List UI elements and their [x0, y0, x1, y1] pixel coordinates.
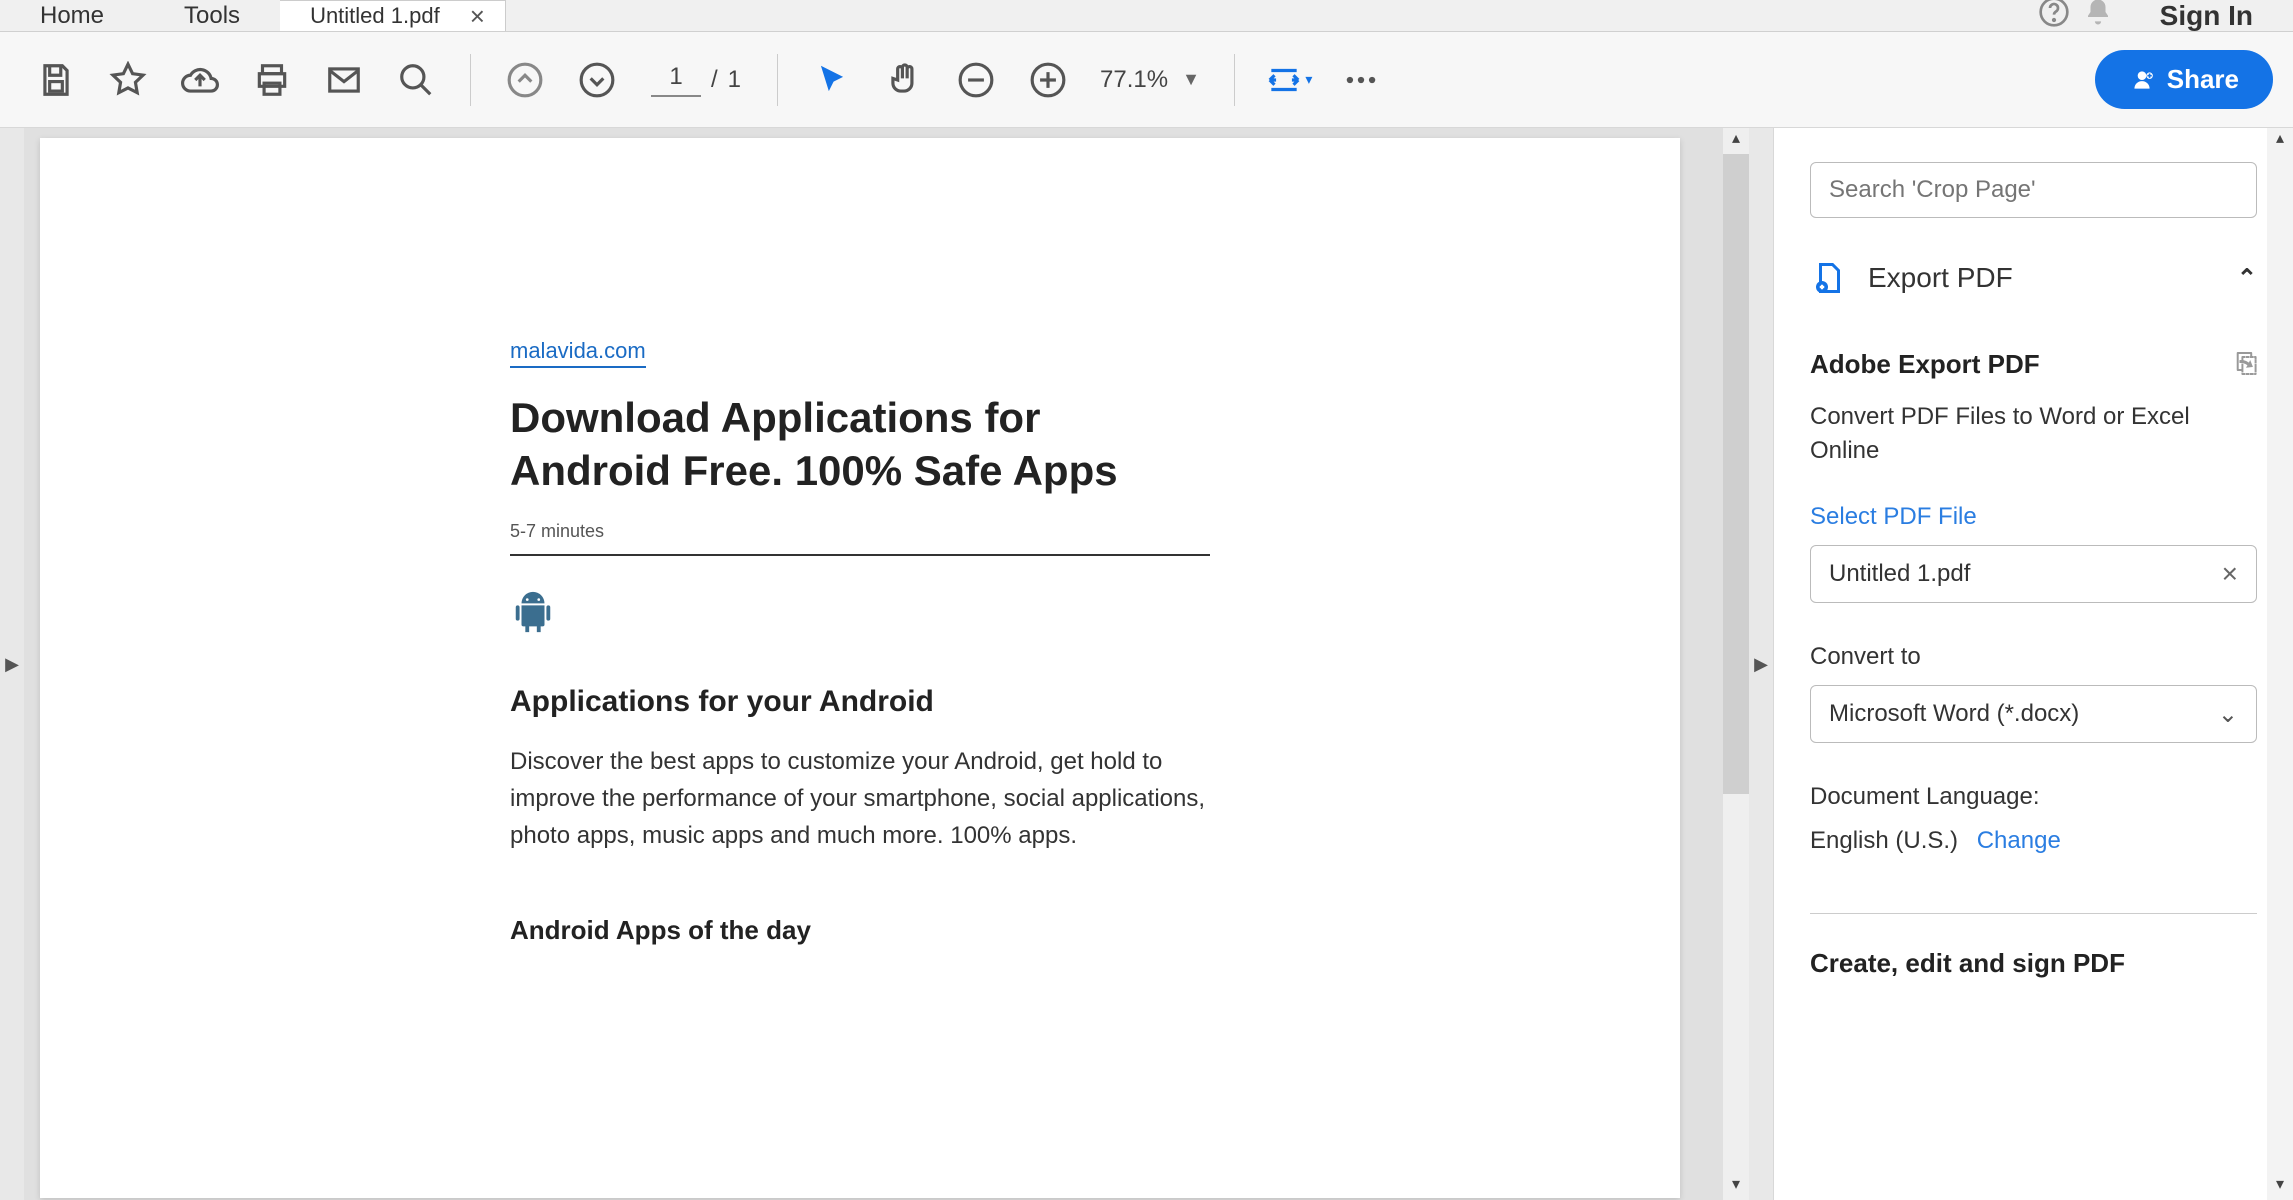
tab-document[interactable]: Untitled 1.pdf ×: [280, 0, 506, 31]
convert-to-label: Convert to: [1810, 643, 2257, 671]
tab-tools[interactable]: Tools: [144, 0, 280, 31]
chevron-down-icon: ⌄: [2218, 700, 2238, 729]
subsection-heading: Android Apps of the day: [510, 915, 1210, 946]
cloud-upload-icon[interactable]: [170, 50, 230, 110]
export-pdf-label: Export PDF: [1868, 262, 2237, 294]
clear-file-icon[interactable]: ×: [2222, 558, 2238, 590]
page-separator: /: [711, 66, 718, 94]
read-time: 5-7 minutes: [510, 521, 1210, 556]
select-file-label: Select PDF File: [1810, 503, 2257, 531]
scroll-down-icon[interactable]: ▾: [1723, 1174, 1749, 1200]
section-heading: Applications for your Android: [510, 685, 1210, 719]
zoom-in-icon[interactable]: [1018, 50, 1078, 110]
email-icon[interactable]: [314, 50, 374, 110]
hand-tool-icon[interactable]: [874, 50, 934, 110]
notifications-icon[interactable]: [2076, 0, 2120, 35]
scroll-up-icon[interactable]: ▴: [2267, 128, 2293, 154]
share-person-icon: [2129, 67, 2155, 93]
selection-tool-icon[interactable]: [802, 50, 862, 110]
pdf-page: malavida.com Download Applications for A…: [40, 138, 1680, 1198]
document-language-label: Document Language:: [1810, 783, 2257, 811]
scroll-down-icon[interactable]: ▾: [2267, 1174, 2293, 1200]
tools-panel: Export PDF ⌃ Adobe Export PDF ⎘ Convert …: [1773, 128, 2293, 1200]
document-language-value: English (U.S.): [1810, 827, 1958, 854]
separator: [470, 54, 471, 106]
sign-in-button[interactable]: Sign In: [2120, 0, 2293, 32]
convert-to-dropdown[interactable]: Microsoft Word (*.docx) ⌄: [1810, 685, 2257, 743]
separator: [1234, 54, 1235, 106]
search-tools-input[interactable]: [1810, 162, 2257, 218]
print-icon[interactable]: [242, 50, 302, 110]
page-number-input[interactable]: [651, 63, 701, 97]
save-icon[interactable]: [26, 50, 86, 110]
star-icon[interactable]: [98, 50, 158, 110]
close-tab-icon[interactable]: ×: [470, 1, 485, 32]
create-edit-sign-tool[interactable]: Create, edit and sign PDF: [1810, 948, 2257, 979]
selected-file-box[interactable]: Untitled 1.pdf ×: [1810, 545, 2257, 603]
tab-home[interactable]: Home: [0, 0, 144, 31]
android-icon: [510, 590, 556, 636]
export-pdf-icon: [1810, 260, 1846, 296]
section-paragraph: Discover the best apps to customize your…: [510, 743, 1210, 855]
share-button[interactable]: Share: [2095, 50, 2273, 109]
help-icon[interactable]: [2032, 0, 2076, 36]
change-language-link[interactable]: Change: [1977, 827, 2061, 854]
source-link[interactable]: malavida.com: [510, 338, 646, 368]
share-label: Share: [2167, 64, 2239, 95]
zoom-dropdown[interactable]: 77.1% ▼: [1100, 66, 1200, 94]
page-total: 1: [728, 66, 741, 94]
convert-to-value: Microsoft Word (*.docx): [1829, 700, 2079, 728]
expand-right-panel-icon[interactable]: ▶: [1754, 654, 1768, 675]
export-pdf-tool[interactable]: Export PDF ⌃: [1810, 260, 2257, 296]
expand-left-panel-icon[interactable]: ▶: [5, 654, 19, 675]
more-tools-icon[interactable]: [1331, 50, 1391, 110]
export-description: Convert PDF Files to Word or Excel Onlin…: [1810, 400, 2257, 467]
divider: [1810, 913, 2257, 914]
document-viewport[interactable]: malavida.com Download Applications for A…: [24, 128, 1749, 1200]
separator: [777, 54, 778, 106]
page-up-icon[interactable]: [495, 50, 555, 110]
cloud-copy-icon[interactable]: ⎘: [2236, 348, 2257, 380]
panel-scrollbar[interactable]: ▴ ▾: [2267, 128, 2293, 1200]
chevron-down-icon: ▼: [1182, 69, 1200, 90]
fit-width-icon[interactable]: ▾: [1259, 50, 1319, 110]
selected-file-name: Untitled 1.pdf: [1829, 560, 1970, 588]
document-scrollbar[interactable]: ▴ ▾: [1723, 128, 1749, 1200]
chevron-up-icon: ⌃: [2237, 264, 2257, 293]
zoom-value: 77.1%: [1100, 66, 1168, 94]
zoom-out-icon[interactable]: [946, 50, 1006, 110]
page-down-icon[interactable]: [567, 50, 627, 110]
scroll-up-icon[interactable]: ▴: [1723, 128, 1749, 154]
scrollbar-thumb[interactable]: [1723, 154, 1749, 794]
export-section-title: Adobe Export PDF: [1810, 349, 2040, 380]
document-title: Download Applications for Android Free. …: [510, 392, 1210, 497]
tab-document-title: Untitled 1.pdf: [310, 3, 440, 29]
search-icon[interactable]: [386, 50, 446, 110]
